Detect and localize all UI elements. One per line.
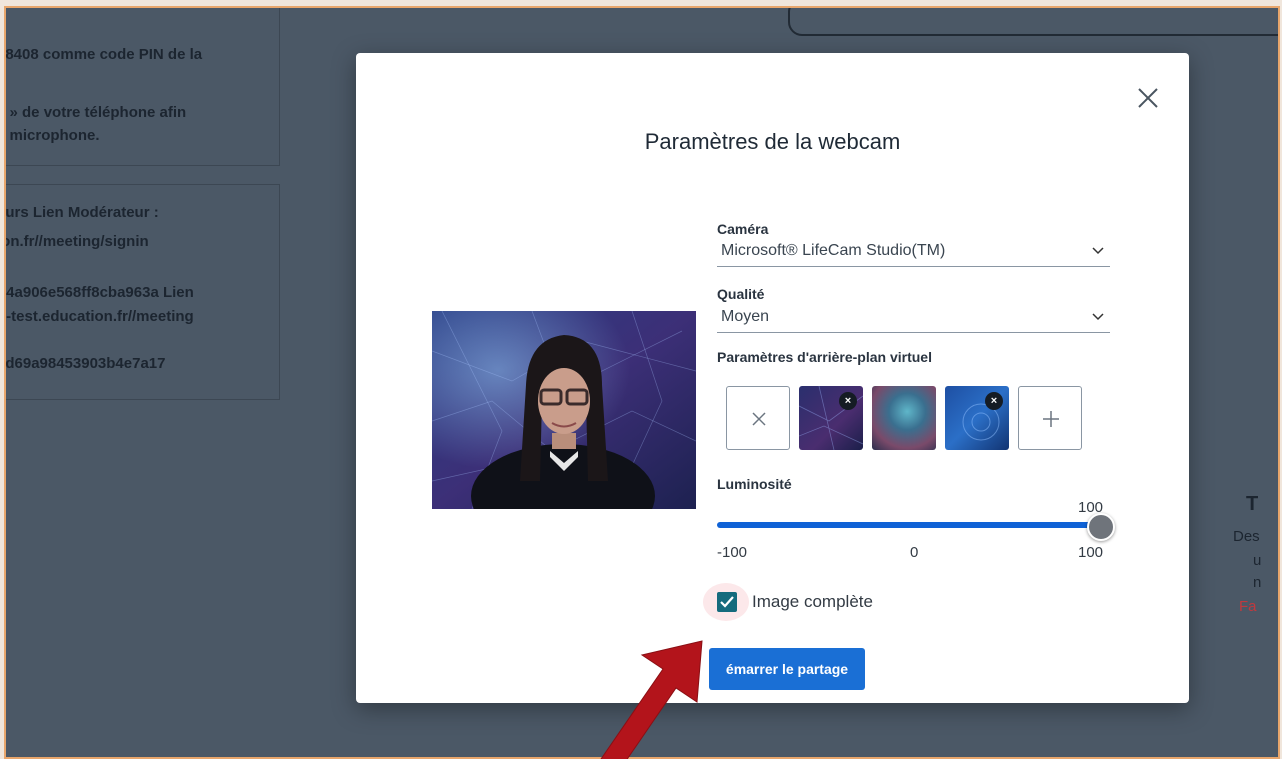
camera-label: Caméra [717, 221, 769, 237]
full-image-checkbox[interactable] [717, 592, 737, 612]
link-info-panel: eurs Lien Modérateur : ion.fr//meeting/s… [4, 184, 280, 400]
brightness-slider-track[interactable] [717, 522, 1100, 528]
link-line-2: ion.fr//meeting/signin [4, 233, 149, 250]
link-line-3: b4a906e568ff8cba963a Lien [4, 284, 194, 301]
app-background: 38408 comme code PIN de la 0 » de votre … [4, 6, 1280, 759]
right-line-2: u [1253, 552, 1262, 569]
right-heading: T [1246, 493, 1259, 515]
scale-mid: 0 [910, 544, 919, 561]
camera-value: Microsoft® LifeCam Studio(TM) [721, 242, 946, 259]
background-option-network[interactable]: × [799, 386, 863, 450]
link-line-1: eurs Lien Modérateur : [4, 204, 159, 221]
link-line-4: o-test.education.fr//meeting [4, 308, 194, 325]
start-sharing-button[interactable]: émarrer le partage [709, 648, 865, 690]
webcam-settings-dialog: Paramètres de la webcam Caméra Microsoft… [356, 53, 1189, 703]
background-option-blur[interactable] [872, 386, 936, 450]
remove-background-button[interactable]: × [985, 392, 1003, 410]
virtual-background-label: Paramètres d'arrière-plan virtuel [717, 349, 932, 365]
top-panel-outline [788, 8, 1278, 36]
link-line-5: 9d69a98453903b4e7a17 [4, 355, 166, 372]
brightness-slider-thumb[interactable] [1087, 513, 1115, 541]
webcam-preview [432, 311, 696, 509]
right-link[interactable]: Fa [1239, 598, 1257, 615]
no-background-option[interactable] [726, 386, 790, 450]
quality-select[interactable]: Moyen [717, 305, 1110, 333]
checkmark-icon [720, 596, 734, 608]
quality-value: Moyen [721, 308, 770, 325]
chevron-down-icon [1092, 247, 1104, 255]
pin-line-1: 38408 comme code PIN de la [4, 46, 203, 63]
chevron-down-icon [1092, 313, 1104, 321]
dialog-title: Paramètres de la webcam [644, 129, 901, 154]
remove-background-button[interactable]: × [839, 392, 857, 410]
full-image-label: Image complète [752, 592, 873, 611]
camera-select[interactable]: Microsoft® LifeCam Studio(TM) [717, 239, 1110, 267]
brightness-label: Luminosité [717, 476, 792, 492]
right-line-3: n [1253, 574, 1262, 591]
pin-line-2: 0 » de votre téléphone afin [4, 104, 187, 121]
no-background-icon [752, 412, 766, 426]
right-line-1: Des [1233, 528, 1260, 545]
pin-info-panel: 38408 comme code PIN de la 0 » de votre … [4, 8, 280, 166]
scale-max: 100 [1078, 544, 1104, 561]
background-option-blue[interactable]: × [945, 386, 1009, 450]
quality-label: Qualité [717, 286, 765, 302]
plus-icon [1043, 411, 1059, 427]
close-icon[interactable] [1133, 83, 1163, 113]
add-background-button[interactable] [1018, 386, 1082, 450]
pin-line-3: e microphone. [4, 127, 100, 144]
scale-min: -100 [717, 544, 748, 561]
